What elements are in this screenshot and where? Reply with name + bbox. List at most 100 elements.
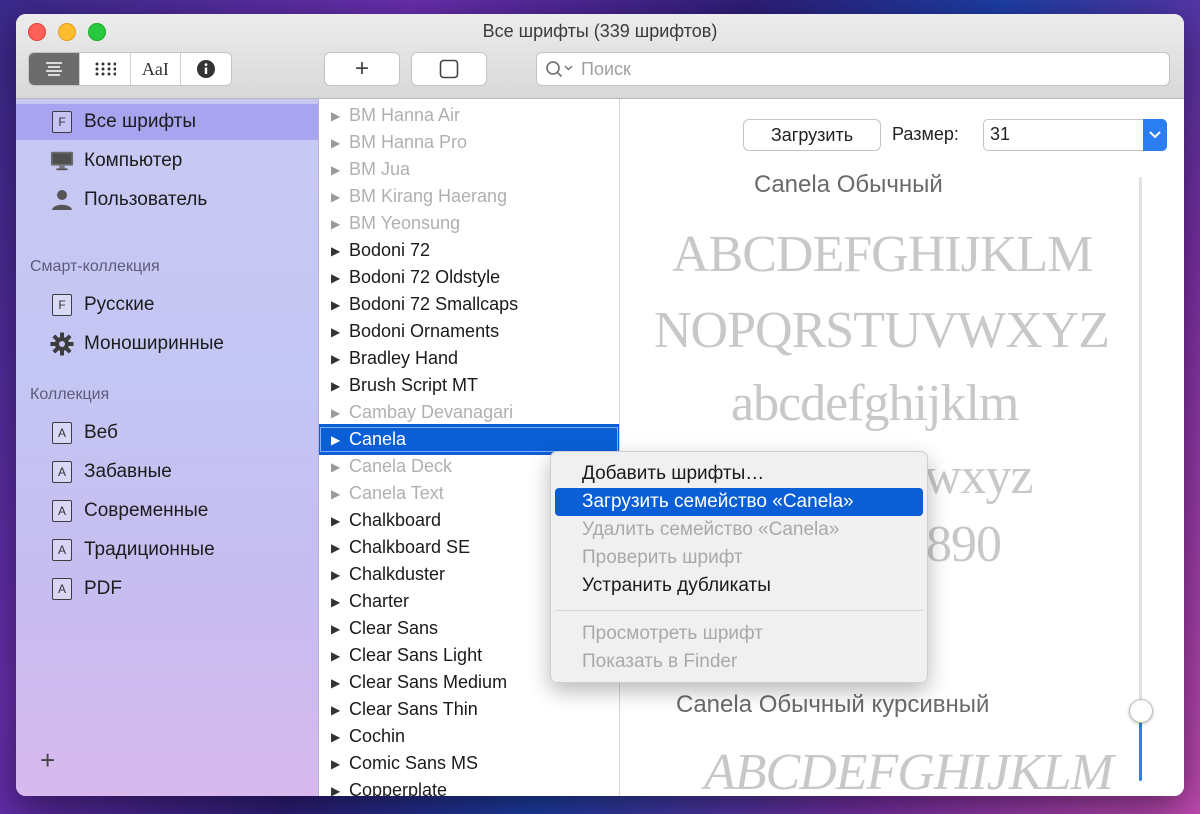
context-menu-item[interactable]: Устранить дубликаты <box>555 572 923 600</box>
sidebar-item-label: Веб <box>84 422 118 443</box>
font-family-row[interactable]: ▶ Bodoni 72 <box>319 237 619 264</box>
disclosure-triangle-icon[interactable]: ▶ <box>331 136 340 150</box>
disclosure-triangle-icon[interactable]: ▶ <box>331 676 340 690</box>
download-button[interactable]: Загрузить <box>743 119 881 151</box>
font-family-name: BM Yeonsung <box>349 213 461 233</box>
font-collection-icon: F <box>50 293 74 317</box>
chevron-down-icon[interactable] <box>1143 119 1167 151</box>
disclosure-triangle-icon[interactable]: ▶ <box>331 217 340 231</box>
disclosure-triangle-icon[interactable]: ▶ <box>331 271 340 285</box>
user-icon <box>50 188 74 212</box>
list-view-button[interactable] <box>29 53 80 85</box>
size-slider-knob[interactable] <box>1129 699 1153 723</box>
font-family-row[interactable]: ▶ Canela <box>319 424 619 455</box>
disclosure-triangle-icon[interactable]: ▶ <box>331 163 340 177</box>
font-family-row[interactable]: ▶ Cambay Devanagari <box>319 399 619 426</box>
sample-view-icon: AaI <box>141 58 169 79</box>
font-family-name: Canela Text <box>349 483 444 503</box>
font-family-name: Cochin <box>349 726 406 746</box>
search-field[interactable]: Поиск <box>536 52 1170 86</box>
preview-toggle-button[interactable] <box>411 52 487 86</box>
disclosure-triangle-icon[interactable]: ▶ <box>331 703 340 717</box>
font-family-row[interactable]: ▶ Bradley Hand <box>319 345 619 372</box>
font-collection-icon: A <box>50 421 74 445</box>
context-menu-item[interactable]: Добавить шрифты… <box>555 460 923 488</box>
info-view-button[interactable] <box>181 53 231 85</box>
disclosure-triangle-icon[interactable]: ▶ <box>331 460 340 474</box>
font-family-name: Canela <box>349 429 407 449</box>
font-family-row[interactable]: ▶ BM Kirang Haerang <box>319 183 619 210</box>
font-family-name: BM Hanna Pro <box>349 132 468 152</box>
sidebar-item-fun[interactable]: A Забавные <box>16 454 318 490</box>
disclosure-triangle-icon[interactable]: ▶ <box>331 541 340 555</box>
font-family-list: ▶ BM Hanna Air ▶ BM Hanna Pro ▶ BM Jua ▶ BM Kir… <box>319 99 620 796</box>
add-collection-button[interactable]: + <box>40 745 55 776</box>
sidebar-item-modern[interactable]: A Современные <box>16 493 318 529</box>
font-family-row[interactable]: ▶ BM Hanna Air <box>319 102 619 129</box>
disclosure-triangle-icon[interactable]: ▶ <box>331 649 340 663</box>
sidebar-item-label: Все шрифты <box>84 111 197 132</box>
font-family-name: Canela Deck <box>349 456 453 476</box>
grid-view-button[interactable] <box>80 53 131 85</box>
sidebar-item-label: PDF <box>84 578 122 599</box>
disclosure-triangle-icon[interactable]: ▶ <box>331 622 340 636</box>
context-menu-item-label: Загрузить семейство «Canela» <box>582 491 854 512</box>
disclosure-triangle-icon[interactable]: ▶ <box>331 757 340 771</box>
font-family-name: Bodoni 72 Oldstyle <box>349 267 501 287</box>
context-menu-item[interactable]: Загрузить семейство «Canela» <box>555 488 923 516</box>
font-family-row[interactable]: ▶ Brush Script MT <box>319 372 619 399</box>
font-family-row[interactable]: ▶ Bodoni 72 Smallcaps <box>319 291 619 318</box>
disclosure-triangle-icon[interactable]: ▶ <box>331 109 340 123</box>
sample-line: 890 <box>926 516 1002 573</box>
disclosure-triangle-icon[interactable]: ▶ <box>331 406 340 420</box>
titlebar: Все шрифты (339 шрифтов) AaI + Поиск <box>16 14 1184 99</box>
font-family-row[interactable]: ▶ BM Hanna Pro <box>319 129 619 156</box>
font-family-name: Bradley Hand <box>349 348 459 368</box>
disclosure-triangle-icon[interactable]: ▶ <box>331 244 340 258</box>
sidebar-item-russian[interactable]: F Русские <box>16 287 318 323</box>
font-family-row[interactable]: ▶ Bodoni 72 Oldstyle <box>319 264 619 291</box>
font-family-row[interactable]: ▶ Copperplate <box>319 777 619 796</box>
sample-view-button[interactable]: AaI <box>131 53 182 85</box>
sample-line: wxyz <box>924 448 1034 505</box>
font-family-name: Comic Sans MS <box>349 753 479 773</box>
font-family-row[interactable]: ▶ Cochin <box>319 723 619 750</box>
disclosure-triangle-icon[interactable]: ▶ <box>331 298 340 312</box>
sidebar: F Все шрифты Компьютер Пользователь Смар… <box>16 99 319 796</box>
sample-line: NOPQRSTUVWXYZ <box>654 302 1110 359</box>
sidebar-item-user[interactable]: Пользователь <box>16 182 318 218</box>
font-family-row[interactable]: ▶ BM Jua <box>319 156 619 183</box>
font-family-row[interactable]: ▶ Clear Sans Thin <box>319 696 619 723</box>
font-family-row[interactable]: ▶ BM Yeonsung <box>319 210 619 237</box>
disclosure-triangle-icon[interactable]: ▶ <box>331 190 340 204</box>
font-collection-icon: A <box>50 538 74 562</box>
disclosure-triangle-icon[interactable]: ▶ <box>331 379 340 393</box>
font-family-name: Bodoni 72 Smallcaps <box>349 294 519 314</box>
sidebar-item-pdf[interactable]: A PDF <box>16 571 318 607</box>
size-combobox[interactable]: 31 <box>983 119 1167 151</box>
sample-line: ABCDEFGHIJKLM <box>672 226 1093 283</box>
context-menu-item-label: Добавить шрифты… <box>582 463 765 484</box>
font-family-row[interactable]: ▶ Comic Sans MS <box>319 750 619 777</box>
disclosure-triangle-icon[interactable]: ▶ <box>331 730 340 744</box>
disclosure-triangle-icon[interactable]: ▶ <box>331 352 340 366</box>
font-family-row[interactable]: ▶ Bodoni Ornaments <box>319 318 619 345</box>
sidebar-item-all-fonts[interactable]: F Все шрифты <box>16 104 318 140</box>
disclosure-triangle-icon[interactable]: ▶ <box>331 514 340 528</box>
sidebar-item-label: Моноширинные <box>84 333 224 354</box>
disclosure-triangle-icon[interactable]: ▶ <box>331 487 340 501</box>
disclosure-triangle-icon[interactable]: ▶ <box>331 595 340 609</box>
disclosure-triangle-icon[interactable]: ▶ <box>331 568 340 582</box>
disclosure-triangle-icon[interactable]: ▶ <box>331 784 340 797</box>
font-family-name: Cambay Devanagari <box>349 402 514 422</box>
sidebar-item-label: Традиционные <box>84 539 215 560</box>
add-font-button[interactable]: + <box>324 52 400 86</box>
sidebar-item-monospace[interactable]: Моноширинные <box>16 326 318 362</box>
sidebar-item-web[interactable]: A Веб <box>16 415 318 451</box>
font-collection-icon: F <box>50 110 74 134</box>
size-value: 31 <box>990 124 1011 144</box>
disclosure-triangle-icon[interactable]: ▶ <box>331 433 340 447</box>
sidebar-item-computer[interactable]: Компьютер <box>16 143 318 179</box>
disclosure-triangle-icon[interactable]: ▶ <box>331 325 340 339</box>
sidebar-item-traditional[interactable]: A Традиционные <box>16 532 318 568</box>
